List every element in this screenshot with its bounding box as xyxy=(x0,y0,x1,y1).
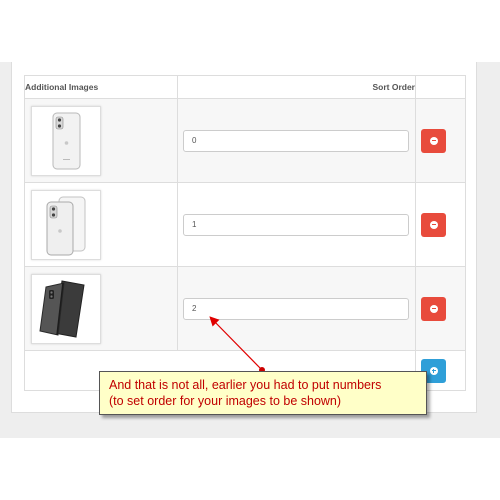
callout-line-1: And that is not all, earlier you had to … xyxy=(109,378,382,392)
callout-line-2: (to set order for your images to be show… xyxy=(109,394,342,408)
annotation-callout: And that is not all, earlier you had to … xyxy=(99,371,427,415)
callout-arrow xyxy=(209,316,265,373)
